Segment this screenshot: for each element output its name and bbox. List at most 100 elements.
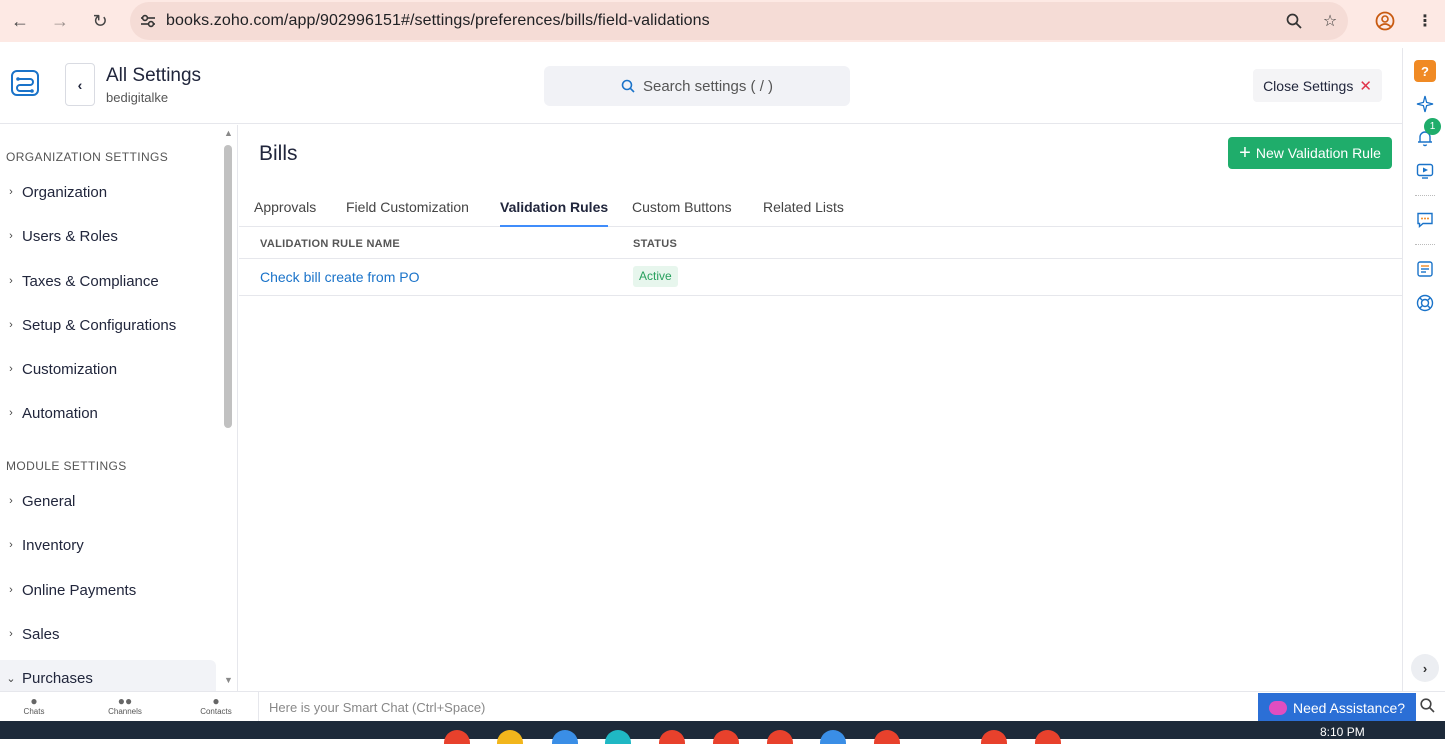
tab-validation-rules[interactable]: Validation Rules [500, 199, 609, 227]
plus-icon: + [1239, 142, 1251, 164]
new-validation-rule-button[interactable]: + New Validation Rule [1228, 137, 1392, 169]
sidebar-item-label: Sales [22, 625, 60, 643]
taskbar-app-icon[interactable] [605, 730, 631, 744]
channels-button[interactable]: ●● Channels [95, 695, 155, 716]
chevron-right-icon: › [9, 186, 13, 198]
clock-time: 8:10 PM [1320, 725, 1365, 739]
site-settings-icon[interactable] [130, 14, 166, 28]
need-assistance-button[interactable]: Need Assistance? [1258, 693, 1416, 722]
sidebar-item-general[interactable]: › General [0, 483, 216, 519]
table-header: VALIDATION RULE NAME STATUS [239, 227, 1402, 259]
chevron-right-icon: › [9, 407, 13, 419]
back-button[interactable]: ‹ [65, 63, 95, 106]
tab-custom-buttons[interactable]: Custom Buttons [632, 199, 732, 227]
feedback-chat-icon[interactable] [1414, 209, 1436, 231]
chevron-right-icon: › [9, 230, 13, 242]
taskbar-app-icon[interactable] [444, 730, 470, 744]
sidebar-item-organization[interactable]: › Organization [0, 174, 216, 210]
chevron-down-icon: ⌄ [6, 672, 16, 685]
validation-rule-link[interactable]: Check bill create from PO [260, 269, 420, 285]
taskbar-app-icon[interactable] [1035, 730, 1061, 744]
browser-toolbar: ← → ↻ books.zoho.com/app/902996151#/sett… [0, 0, 1445, 42]
bottom-bar: ● Chats ●● Channels ● Contacts Here is y… [0, 691, 1445, 722]
tab-field-customization[interactable]: Field Customization [346, 199, 469, 227]
column-header-name: VALIDATION RULE NAME [260, 238, 401, 250]
chevron-right-icon: › [9, 539, 13, 551]
sidebar-item-label: Customization [22, 360, 118, 378]
browser-menu-icon[interactable]: ⋮ [1405, 11, 1445, 31]
taskbar-app-icon[interactable] [552, 730, 578, 744]
sidebar-item-label: Taxes & Compliance [22, 272, 159, 290]
taskbar-app-icon[interactable] [713, 730, 739, 744]
sidebar-item-inventory[interactable]: › Inventory [0, 527, 216, 563]
channels-label: Channels [108, 707, 142, 716]
search-icon[interactable] [1420, 698, 1435, 717]
back-arrow-icon[interactable]: ← [0, 0, 40, 42]
video-tutorial-icon[interactable] [1414, 160, 1436, 182]
sidebar-item-sales[interactable]: › Sales [0, 616, 216, 652]
tab-related-lists[interactable]: Related Lists [763, 199, 844, 227]
bookmark-star-icon[interactable]: ☆ [1312, 11, 1348, 31]
sidebar-item-automation[interactable]: › Automation [0, 395, 216, 431]
close-icon: ✕ [1359, 77, 1372, 95]
sidebar-item-label: Inventory [22, 536, 84, 554]
sidebar-item-taxes-compliance[interactable]: › Taxes & Compliance [0, 263, 216, 299]
sidebar-item-purchases[interactable]: ⌄ Purchases [0, 660, 216, 691]
scrollbar-thumb[interactable] [224, 145, 232, 428]
rail-divider [1415, 244, 1435, 245]
sidebar-item-label: Automation [22, 404, 98, 422]
app-header: ‹ All Settings bedigitalke Search settin… [0, 48, 1402, 124]
search-settings-input[interactable]: Search settings ( / ) [544, 66, 850, 106]
sidebar-item-label: Organization [22, 183, 108, 201]
whats-new-icon[interactable] [1414, 258, 1436, 280]
channels-icon: ●● [117, 694, 133, 708]
taskbar-app-icon[interactable] [659, 730, 685, 744]
sidebar-scrollbar[interactable]: ▲ ▼ [222, 125, 234, 691]
expand-rail-chevron-icon[interactable]: › [1411, 654, 1439, 682]
sidebar-item-label: Setup & Configurations [22, 316, 177, 334]
ai-sparkle-icon[interactable] [1414, 93, 1436, 115]
tab-approvals[interactable]: Approvals [254, 199, 316, 227]
tab-bar: Approvals Field Customization Validation… [239, 191, 1402, 227]
chevron-right-icon: › [9, 275, 13, 287]
zoom-icon[interactable] [1276, 13, 1312, 29]
sidebar-item-setup-configurations[interactable]: › Setup & Configurations [0, 307, 216, 343]
search-icon [621, 79, 635, 93]
reload-icon[interactable]: ↻ [80, 0, 120, 42]
chat-bubble-icon: ● [30, 694, 38, 708]
address-bar[interactable]: books.zoho.com/app/902996151#/settings/p… [130, 2, 1348, 40]
taskbar-folder-icon[interactable] [497, 730, 523, 744]
chevron-right-icon: › [9, 363, 13, 375]
zoho-books-logo-icon[interactable] [10, 68, 42, 100]
support-icon[interactable] [1414, 292, 1436, 314]
settings-sidebar: ORGANIZATION SETTINGS › Organization › Use… [0, 125, 238, 691]
status-badge: Active [633, 266, 678, 287]
chevron-right-icon: › [9, 495, 13, 507]
profile-icon[interactable] [1365, 11, 1405, 31]
sidebar-item-online-payments[interactable]: › Online Payments [0, 572, 216, 608]
chevron-right-icon: › [9, 584, 13, 596]
chevron-right-icon: › [9, 628, 13, 640]
taskbar-app-icon[interactable] [767, 730, 793, 744]
search-placeholder: Search settings ( / ) [642, 77, 774, 95]
sidebar-item-users-roles[interactable]: › Users & Roles [0, 218, 216, 254]
scroll-up-arrow-icon[interactable]: ▲ [224, 128, 233, 138]
help-icon[interactable]: ? [1414, 60, 1436, 82]
scroll-down-arrow-icon[interactable]: ▼ [224, 675, 233, 685]
smart-chat-input[interactable]: Here is your Smart Chat (Ctrl+Space) [258, 692, 1258, 722]
close-settings-button[interactable]: Close Settings ✕ [1253, 69, 1382, 102]
sidebar-item-label: General [22, 492, 76, 510]
sidebar-item-customization[interactable]: › Customization [0, 351, 216, 387]
url-text[interactable]: books.zoho.com/app/902996151#/settings/p… [166, 12, 1276, 30]
contacts-button[interactable]: ● Contacts [186, 695, 246, 716]
module-settings-heading: MODULE SETTINGS [6, 459, 127, 473]
chats-button[interactable]: ● Chats [4, 695, 64, 716]
sidebar-item-label: Users & Roles [22, 227, 118, 245]
taskbar-app-icon[interactable] [820, 730, 846, 744]
forward-arrow-icon[interactable]: → [40, 0, 80, 42]
taskbar-app-icon[interactable] [874, 730, 900, 744]
column-header-status: STATUS [633, 238, 678, 250]
table-row[interactable]: Check bill create from PO Active [239, 259, 1402, 296]
os-taskbar: 8:10 PM [0, 721, 1445, 744]
taskbar-app-icon[interactable] [981, 730, 1007, 744]
